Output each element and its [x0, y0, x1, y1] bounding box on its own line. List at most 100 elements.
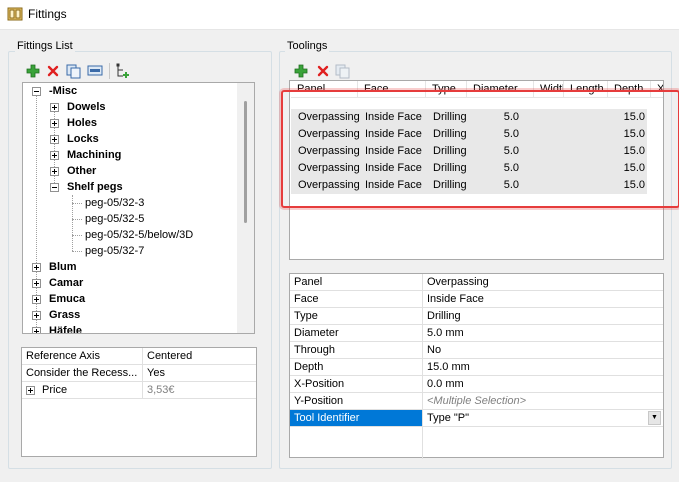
highlight-annotation	[281, 90, 679, 208]
property-value: 5.0 mm	[427, 327, 464, 339]
property-value: No	[427, 344, 442, 356]
property-value: 0.0 mm	[427, 378, 464, 390]
property-key: Depth	[294, 361, 324, 373]
property-value: 15.0 mm	[427, 361, 470, 373]
toolbar-separator	[109, 63, 110, 79]
property-key: Through	[294, 344, 335, 356]
copy-tooling-icon	[335, 63, 351, 79]
tree-item-label: Dowels	[67, 101, 106, 113]
property-value: Drilling	[427, 310, 461, 322]
property-row[interactable]: Tool Identifier Type "P" ▼	[290, 410, 663, 427]
property-row[interactable]: Type Drilling	[290, 308, 663, 325]
tree-item-label: peg-05/32-5	[85, 213, 145, 225]
hierarchy-add-icon[interactable]	[115, 63, 131, 79]
tree-item[interactable]: Shelf pegs	[23, 179, 238, 195]
property-key: Y-Position	[294, 395, 344, 407]
property-key: Face	[294, 293, 319, 305]
tree-item[interactable]: Grass	[23, 307, 238, 323]
tree-item-label: peg-05/32-3	[85, 197, 145, 209]
property-key: Tool Identifier	[294, 412, 360, 424]
property-key: X-Position	[294, 378, 345, 390]
property-row[interactable]: Depth 15.0 mm	[290, 359, 663, 376]
dropdown-arrow-icon[interactable]: ▼	[648, 411, 661, 425]
expand-icon[interactable]	[50, 151, 59, 160]
tree-item-label: Grass	[49, 309, 81, 321]
property-row[interactable]: Y-Position <Multiple Selection>	[290, 393, 663, 410]
property-key: Consider the Recess...	[26, 367, 138, 379]
tree-scrollbar-thumb[interactable]	[244, 101, 247, 223]
property-row[interactable]: Panel Overpassing	[290, 274, 663, 291]
expand-icon[interactable]	[50, 103, 59, 112]
property-row[interactable]: Through No	[290, 342, 663, 359]
property-row[interactable]: Face Inside Face	[290, 291, 663, 308]
fittings-tree[interactable]: -Misc Dowels Holes Locks Machining Other Shelf…	[22, 82, 255, 334]
tree-item-label: Holes	[67, 117, 97, 129]
property-row[interactable]: Reference Axis Centered	[22, 348, 256, 365]
tree-scrollbar[interactable]	[237, 83, 254, 333]
tree-item[interactable]: -Misc	[23, 83, 238, 99]
tree-item[interactable]: Holes	[23, 115, 238, 131]
add-tooling-icon[interactable]	[293, 63, 309, 79]
fittings-app-icon	[7, 7, 23, 21]
tree-item-label: Machining	[67, 149, 122, 161]
tooling-properties-grid: Panel Overpassing Face Inside Face Type Drill…	[289, 273, 664, 459]
tree-item[interactable]: Häfele	[23, 323, 238, 333]
property-value: 3,53€	[147, 384, 175, 396]
tree-item[interactable]: peg-05/32-5/below/3D	[23, 227, 238, 243]
tree-item-label: peg-05/32-7	[85, 245, 145, 257]
property-value: Centered	[147, 350, 193, 362]
add-icon[interactable]	[25, 63, 41, 79]
tree-item[interactable]: Other	[23, 163, 238, 179]
property-row[interactable]: Diameter 5.0 mm	[290, 325, 663, 342]
property-row[interactable]: X-Position 0.0 mm	[290, 376, 663, 393]
tree-item[interactable]: Camar	[23, 275, 238, 291]
expand-icon[interactable]	[50, 167, 59, 176]
collapse-icon[interactable]	[32, 87, 41, 96]
tree-item[interactable]: Emuca	[23, 291, 238, 307]
tree-item-label: Other	[67, 165, 97, 177]
tree-item[interactable]: peg-05/32-3	[23, 195, 238, 211]
fittings-list-label: Fittings List	[15, 40, 75, 52]
tree-item-label: Camar	[49, 277, 84, 289]
expand-icon[interactable]	[32, 327, 41, 333]
tree-item[interactable]: Blum	[23, 259, 238, 275]
tree-item[interactable]: peg-05/32-7	[23, 243, 238, 259]
tree-item-label: Blum	[49, 261, 77, 273]
copy-icon[interactable]	[66, 63, 82, 79]
delete-icon[interactable]	[45, 63, 61, 79]
tree-item[interactable]: peg-05/32-5	[23, 211, 238, 227]
property-row[interactable]: Price 3,53€	[22, 382, 256, 399]
expand-icon[interactable]	[32, 311, 41, 320]
property-key: Price	[42, 384, 68, 396]
property-value[interactable]: Type "P"	[427, 410, 469, 427]
property-value: Inside Face	[427, 293, 484, 305]
fitting-properties-grid: Reference Axis Centered Consider the Reces…	[21, 347, 257, 457]
tree-item[interactable]: Locks	[23, 131, 238, 147]
tree-item[interactable]: Dowels	[23, 99, 238, 115]
expand-icon[interactable]	[32, 295, 41, 304]
property-key: Type	[294, 310, 318, 322]
delete-tooling-icon[interactable]	[315, 63, 331, 79]
property-value: Yes	[147, 367, 165, 379]
property-key: Diameter	[294, 327, 339, 339]
property-row[interactable]: Consider the Recess... Yes	[22, 365, 256, 382]
window-title: Fittings	[28, 7, 67, 21]
tree-item-label: Locks	[67, 133, 99, 145]
tree-item-label: Emuca	[49, 293, 86, 305]
expand-icon[interactable]	[32, 263, 41, 272]
collapse-icon[interactable]	[50, 183, 59, 192]
toolings-label: Toolings	[285, 40, 330, 52]
expand-icon[interactable]	[32, 279, 41, 288]
tree-item-label: Shelf pegs	[67, 181, 123, 193]
expand-icon[interactable]	[50, 119, 59, 128]
expand-icon[interactable]	[26, 386, 35, 395]
property-key: Panel	[294, 276, 323, 288]
property-value: <Multiple Selection>	[427, 395, 527, 407]
tree-item-label: -Misc	[49, 85, 78, 97]
property-key: Reference Axis	[26, 350, 100, 362]
property-value: Overpassing	[427, 276, 489, 288]
edit-icon[interactable]	[87, 63, 103, 79]
expand-icon[interactable]	[50, 135, 59, 144]
title-bar: Fittings	[0, 0, 679, 30]
tree-item[interactable]: Machining	[23, 147, 238, 163]
